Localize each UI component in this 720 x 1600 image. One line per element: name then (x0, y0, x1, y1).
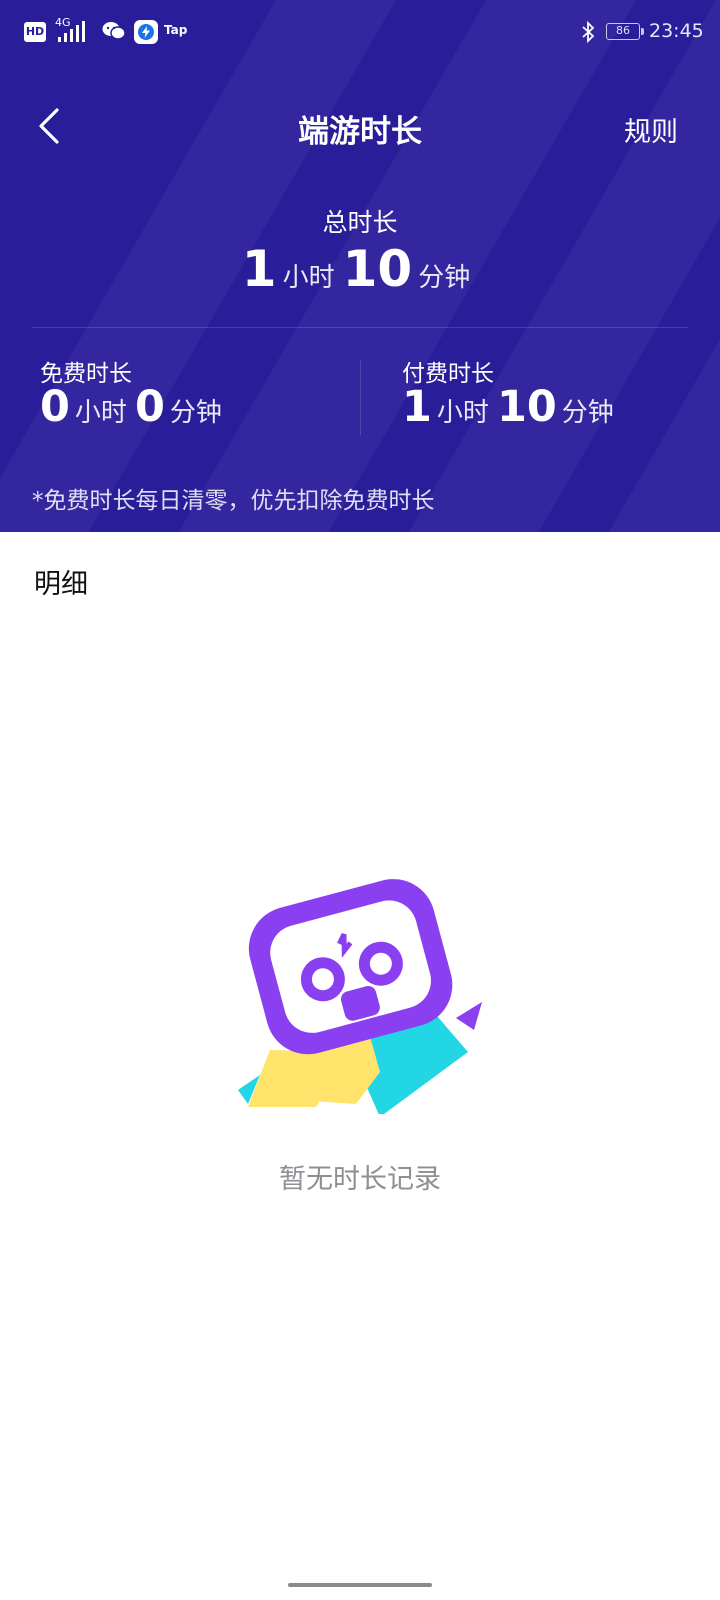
app-label: Tap (164, 23, 188, 37)
divider (32, 327, 688, 328)
total-hours: 1 (241, 240, 277, 298)
free-time-note: *免费时长每日清零，优先扣除免费时长 (32, 488, 435, 514)
total-minute-unit: 分钟 (418, 263, 471, 293)
header-panel: HD 4G Tap 86 23:45 端游时长 规则 总时长 1 小时 10 分… (0, 0, 720, 532)
total-minutes: 10 (342, 240, 413, 298)
status-bar: HD 4G Tap 86 23:45 (0, 0, 720, 64)
free-minute-unit: 分钟 (169, 398, 222, 428)
total-duration-value: 1 小时 10 分钟 (0, 240, 720, 298)
detail-section-title: 明细 (34, 569, 88, 600)
rules-button[interactable]: 规则 (624, 110, 678, 149)
paid-duration-value: 1 小时 10 分钟 (402, 382, 622, 432)
empty-state-controller-icon (238, 879, 482, 1114)
hd-icon: HD (24, 22, 46, 42)
purple-triangle (456, 1002, 482, 1030)
page-title: 端游时长 (298, 114, 422, 150)
paid-minute-unit: 分钟 (561, 398, 614, 428)
total-duration-label: 总时长 (322, 208, 398, 237)
free-hour-unit: 小时 (74, 398, 127, 428)
bluetooth-icon (582, 20, 595, 44)
lightning-icon (138, 24, 154, 40)
signal-icon (58, 21, 85, 42)
paid-hours: 1 (402, 382, 432, 432)
battery-tip (641, 28, 644, 35)
divider (360, 360, 361, 435)
home-indicator[interactable] (288, 1583, 432, 1587)
free-hours: 0 (40, 382, 70, 432)
wechat-icon (102, 22, 126, 40)
paid-hour-unit: 小时 (436, 398, 489, 428)
app-notification-icon (134, 20, 158, 44)
total-hour-unit: 小时 (282, 263, 335, 293)
free-minutes: 0 (134, 382, 165, 432)
battery-icon: 86 (606, 23, 640, 40)
empty-state-text: 暂无时长记录 (279, 1164, 441, 1195)
free-duration-value: 0 小时 0 分钟 (40, 382, 230, 432)
clock: 23:45 (649, 20, 704, 42)
paid-minutes: 10 (496, 382, 557, 432)
